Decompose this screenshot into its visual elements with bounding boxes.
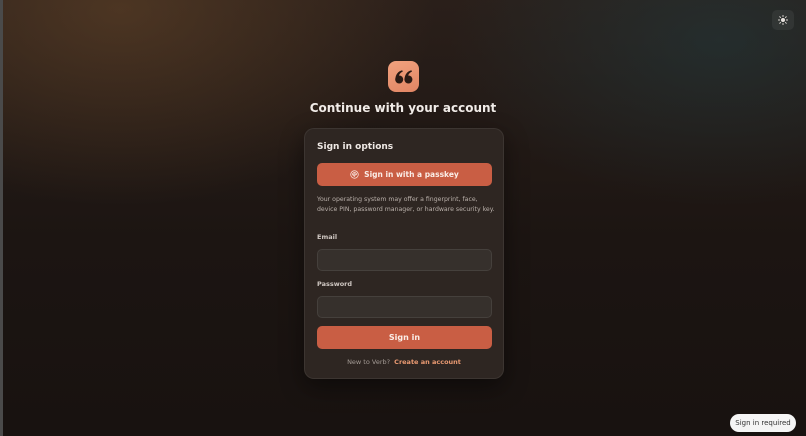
status-toast: Sign in required [730, 414, 796, 432]
signup-prompt: New to Verb? [347, 358, 391, 366]
fingerprint-icon [350, 170, 359, 179]
create-account-link[interactable]: Create an account [394, 358, 461, 366]
theme-toggle-button[interactable] [772, 10, 794, 30]
passkey-help-text: Your operating system may offer a finger… [317, 196, 495, 213]
passkey-button-label: Sign in with a passkey [364, 170, 459, 179]
page-title: Continue with your account [309, 101, 497, 115]
sun-icon [778, 15, 788, 25]
card-title: Sign in options [317, 142, 394, 152]
app-logo [388, 61, 419, 92]
email-label: Email [317, 233, 338, 241]
email-field[interactable] [317, 249, 492, 271]
signup-row: New to Verb? Create an account [305, 358, 503, 366]
passkey-signin-button[interactable]: Sign in with a passkey [317, 163, 492, 186]
sign-in-card: Sign in options Sign in with a passkey Y… [304, 128, 504, 379]
sign-in-button-label: Sign in [388, 333, 421, 342]
quote-icon [394, 69, 412, 83]
password-field[interactable] [317, 296, 492, 318]
sign-in-button[interactable]: Sign in [317, 326, 492, 349]
window-edge [0, 0, 3, 436]
password-label: Password [317, 280, 353, 288]
